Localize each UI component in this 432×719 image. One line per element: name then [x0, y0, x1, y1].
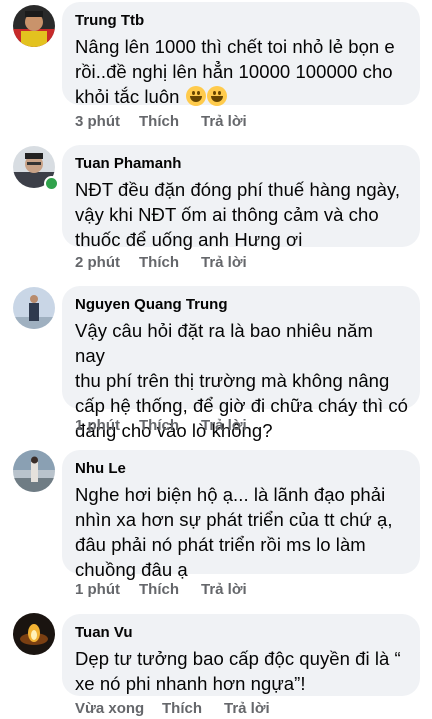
comment-bubble: Tuan Vu Dẹp tư tưởng bao cấp độc quyền đ…: [62, 614, 420, 696]
avatar-image: [13, 5, 55, 47]
comment-bubble: Nguyen Quang Trung Vậy câu hỏi đặt ra là…: [62, 286, 420, 441]
comment-timestamp[interactable]: 1 phút: [75, 580, 120, 600]
comment-bubble: Nhu Le Nghe hơi biện hộ ạ... là lãnh đạo…: [62, 450, 420, 580]
comment-text-line: đâu phải nó phát triển rồi ms lo làm: [75, 534, 366, 555]
comment-text-line: thu phí trên thị trường mà không nâng: [75, 370, 390, 391]
comment-text: Dẹp tư tưởng bao cấp độc quyền đi là “ x…: [75, 646, 408, 696]
grinning-face-emoji: [185, 86, 206, 106]
like-button[interactable]: Thích: [139, 112, 179, 132]
reply-button[interactable]: Trả lời: [201, 580, 247, 600]
avatar[interactable]: [13, 450, 55, 492]
comment-author[interactable]: Nhu Le: [75, 459, 408, 479]
comment-text-line: thuốc để uống anh Hưng ơi: [75, 229, 303, 250]
comment-text: Nghe hơi biện hộ ạ... là lãnh đạo phải n…: [75, 482, 408, 582]
comment-text-line: cấp hệ thống, để giờ đi chữa cháy thì có: [75, 395, 409, 416]
comment-text-line: xe nó phi nhanh hơn ngựa”!: [75, 673, 306, 694]
comment-text-line: rồi..đề nghị lên hẳn 10000 100000 cho: [75, 61, 393, 82]
comment-text-line: khỏi tắc luôn: [75, 84, 408, 109]
comment-timestamp[interactable]: 3 phút: [75, 112, 120, 132]
comment-text-line: chuồng đâu ạ: [75, 559, 188, 580]
like-button[interactable]: Thích: [139, 253, 179, 273]
grinning-face-emoji: [206, 86, 227, 106]
reply-button[interactable]: Trả lời: [201, 253, 247, 273]
comment-text-line: nhìn xa hơn sự phát triển của tt chứ ạ,: [75, 509, 393, 530]
like-button[interactable]: Thích: [139, 416, 179, 436]
comment-text-line: Nghe hơi biện hộ ạ... là lãnh đạo phải: [75, 484, 386, 505]
avatar-image: [13, 613, 55, 655]
comment-timestamp[interactable]: Vừa xong: [75, 699, 144, 719]
comment-text: Nâng lên 1000 thì chết toi nhỏ lẻ bọn e …: [75, 34, 408, 109]
comment-text-line: Dẹp tư tưởng bao cấp độc quyền đi là “: [75, 648, 401, 669]
comment-text: NĐT đều đặn đóng phí thuế hàng ngày, vậy…: [75, 177, 408, 252]
avatar[interactable]: [13, 287, 55, 329]
like-button[interactable]: Thích: [139, 580, 179, 600]
comment-timestamp[interactable]: 2 phút: [75, 253, 120, 273]
avatar-image: [13, 450, 55, 492]
reply-button[interactable]: Trả lời: [201, 112, 247, 132]
avatar[interactable]: [13, 613, 55, 655]
comment-bubble: Trung Ttb Nâng lên 1000 thì chết toi nhỏ…: [62, 2, 420, 107]
reply-button[interactable]: Trả lời: [201, 416, 247, 436]
comment-text-line: NĐT đều đặn đóng phí thuế hàng ngày,: [75, 179, 401, 200]
comment-bubble: Tuan Phamanh NĐT đều đặn đóng phí thuế h…: [62, 145, 420, 250]
comment-text-line: Nâng lên 1000 thì chết toi nhỏ lẻ bọn e: [75, 36, 395, 57]
avatar[interactable]: [13, 5, 55, 47]
reply-button[interactable]: Trả lời: [224, 699, 270, 719]
comment-text-segment: khỏi tắc luôn: [75, 86, 180, 107]
online-status-icon: [44, 176, 59, 191]
comment-text-line: vậy khi NĐT ốm ai thông cảm và cho: [75, 204, 379, 225]
comment-author[interactable]: Trung Ttb: [75, 11, 408, 31]
comment-text-line: Vậy câu hỏi đặt ra là bao nhiêu năm nay: [75, 320, 373, 366]
comment-author[interactable]: Tuan Vu: [75, 623, 408, 643]
comment-timestamp[interactable]: 1 phút: [75, 416, 120, 436]
avatar-image: [13, 287, 55, 329]
like-button[interactable]: Thích: [162, 699, 202, 719]
comment-author[interactable]: Nguyen Quang Trung: [75, 295, 408, 315]
comment-author[interactable]: Tuan Phamanh: [75, 154, 408, 174]
